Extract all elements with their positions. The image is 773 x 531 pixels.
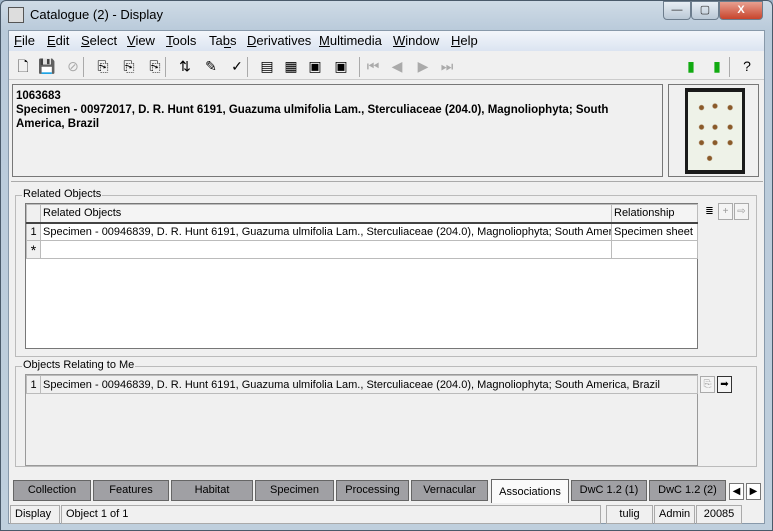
report-icon[interactable]: ▮ (681, 56, 701, 76)
objects-relating-group: Objects Relating to Me 1 Specimen - 0094… (15, 359, 757, 467)
status-record: Object 1 of 1 (61, 505, 601, 524)
toolbar-separator (165, 57, 166, 77)
menu-edit[interactable]: Edit (47, 33, 69, 48)
related-objects-legend: Related Objects (22, 188, 103, 200)
tab-specimen[interactable]: Specimen (255, 480, 334, 501)
new-related-object-cell[interactable] (40, 240, 612, 259)
copy-icon[interactable]: ⎘ (700, 376, 715, 393)
table-row[interactable]: 1 Specimen - 00946839, D. R. Hunt 6191, … (26, 375, 698, 394)
record-header: 1063683 Specimen - 00972017, D. R. Hunt … (12, 84, 663, 177)
edit-notes-icon[interactable]: ✎ (201, 56, 221, 76)
toolbar-separator (729, 57, 730, 77)
window-title: Catalogue (2) - Display (30, 7, 163, 22)
client-area: File Edit Select View Tools Tabs Derivatives Mu… (8, 30, 765, 524)
tab-processing[interactable]: Processing (336, 480, 409, 501)
menu-derivatives[interactable]: Derivatives (247, 33, 311, 48)
tab-collection[interactable]: Collection (13, 480, 91, 501)
new-row[interactable]: * (26, 240, 698, 259)
menu-view[interactable]: View (127, 33, 155, 48)
next-record-icon[interactable]: ▶ (413, 56, 433, 76)
details-view-icon[interactable]: ▤ (257, 56, 277, 76)
menu-window[interactable]: Window (393, 33, 439, 48)
tab-habitat[interactable]: Habitat (171, 480, 253, 501)
objects-relating-table: 1 Specimen - 00946839, D. R. Hunt 6191, … (25, 374, 698, 466)
spellcheck-icon[interactable]: ✓ (227, 56, 247, 76)
multi-report-icon[interactable]: ▮ (707, 56, 727, 76)
toolbar-separator (359, 57, 360, 77)
tab-associations[interactable]: Associations (491, 479, 569, 503)
relating-object-cell[interactable]: Specimen - 00946839, D. R. Hunt 6191, Gu… (40, 375, 698, 394)
context-help-icon[interactable]: ? (737, 56, 757, 76)
status-mode: Display (10, 505, 60, 524)
thumbnail-frame[interactable] (668, 84, 759, 177)
save-icon[interactable]: 💾 (37, 56, 57, 76)
app-icon (8, 7, 24, 23)
menu-multimedia[interactable]: Multimedia (319, 33, 382, 48)
status-group: Admin (654, 505, 695, 524)
new-row-marker: * (26, 240, 41, 259)
insert-row-icon[interactable]: + (718, 203, 733, 220)
related-objects-group: Related Objects Related Objects Relation… (15, 188, 757, 357)
toolbar-separator (247, 57, 248, 77)
table-row[interactable]: 1 Specimen - 00946839, D. R. Hunt 6191, … (26, 222, 698, 241)
tab-dwc-1-2-1[interactable]: DwC 1.2 (1) (571, 480, 647, 501)
minimize-button[interactable]: — (663, 1, 691, 20)
maximize-button[interactable]: ▢ (691, 1, 719, 20)
sort-icon[interactable]: ⇅ (175, 56, 195, 76)
related-objects-table: Related Objects Relationship 1 Specimen … (25, 203, 698, 349)
new-relationship-cell[interactable] (611, 240, 698, 259)
image-view-icon[interactable]: ▣ (331, 56, 351, 76)
jump-to-icon[interactable]: ⇨ (734, 203, 749, 220)
last-record-icon[interactable]: ⏭ (437, 56, 457, 76)
new-record-icon[interactable]: 🗋 (13, 56, 33, 76)
specimen-thumbnail (688, 92, 742, 170)
previous-record-icon[interactable]: ◀ (387, 56, 407, 76)
relationship-cell[interactable]: Specimen sheet (611, 222, 698, 241)
menu-tools[interactable]: Tools (166, 33, 196, 48)
page-view-icon[interactable]: ▣ (305, 56, 325, 76)
attach-icon[interactable]: ⎘ (93, 56, 113, 76)
delete-icon[interactable]: ⎘ (145, 56, 165, 76)
menu-file[interactable]: File (14, 33, 35, 48)
menu-tabs[interactable]: Tabs (209, 33, 236, 48)
status-user: tulig (606, 505, 653, 524)
tab-features[interactable]: Features (93, 480, 169, 501)
column-header-relationship[interactable]: Relationship (611, 204, 698, 223)
menu-mnemonic-underline (224, 47, 231, 48)
tab-vernacular[interactable]: Vernacular (411, 480, 488, 501)
tab-scroll-left[interactable]: ◀ (729, 483, 744, 500)
status-bar: Display Object 1 of 1 tulig Admin 20085 (9, 505, 764, 524)
menu-help[interactable]: Help (451, 33, 478, 48)
toolbar: 🗋 💾 ⊘ ⎘ ⎘ ⎘ ⇅ ✎ ✓ ▤ ▦ ▣ ▣ ⏮ ◀ ▶ ⏭ ▮ ▮? (9, 52, 764, 80)
related-object-cell[interactable]: Specimen - 00946839, D. R. Hunt 6191, Gu… (40, 222, 612, 241)
divider (11, 181, 763, 182)
objects-relating-legend: Objects Relating to Me (22, 359, 136, 371)
tab-scroll-right[interactable]: ▶ (746, 483, 761, 500)
tab-bar: Collection Features Habitat Specimen Process… (9, 479, 764, 503)
menu-bar: File Edit Select View Tools Tabs Derivatives Mu… (9, 31, 764, 51)
cancel-icon[interactable]: ⊘ (63, 56, 83, 76)
status-count: 20085 (696, 505, 742, 524)
row-number: 1 (26, 222, 41, 241)
detach-icon[interactable]: ⎘ (119, 56, 139, 76)
first-record-icon[interactable]: ⏮ (363, 56, 383, 76)
record-summary: Specimen - 00972017, D. R. Hunt 6191, Gu… (16, 104, 609, 130)
menu-select[interactable]: Select (81, 33, 117, 48)
close-button[interactable]: X (719, 1, 763, 20)
jump-to-icon[interactable]: ➡ (717, 376, 732, 393)
column-chooser-icon[interactable]: ≣ (702, 203, 717, 220)
tab-dwc-1-2-2[interactable]: DwC 1.2 (2) (649, 480, 726, 501)
record-irn: 1063683 (16, 90, 61, 102)
column-header-related-objects[interactable]: Related Objects (40, 204, 612, 223)
row-header-corner (26, 204, 41, 223)
row-number: 1 (26, 375, 41, 394)
toolbar-separator (83, 57, 84, 77)
list-view-icon[interactable]: ▦ (281, 56, 301, 76)
